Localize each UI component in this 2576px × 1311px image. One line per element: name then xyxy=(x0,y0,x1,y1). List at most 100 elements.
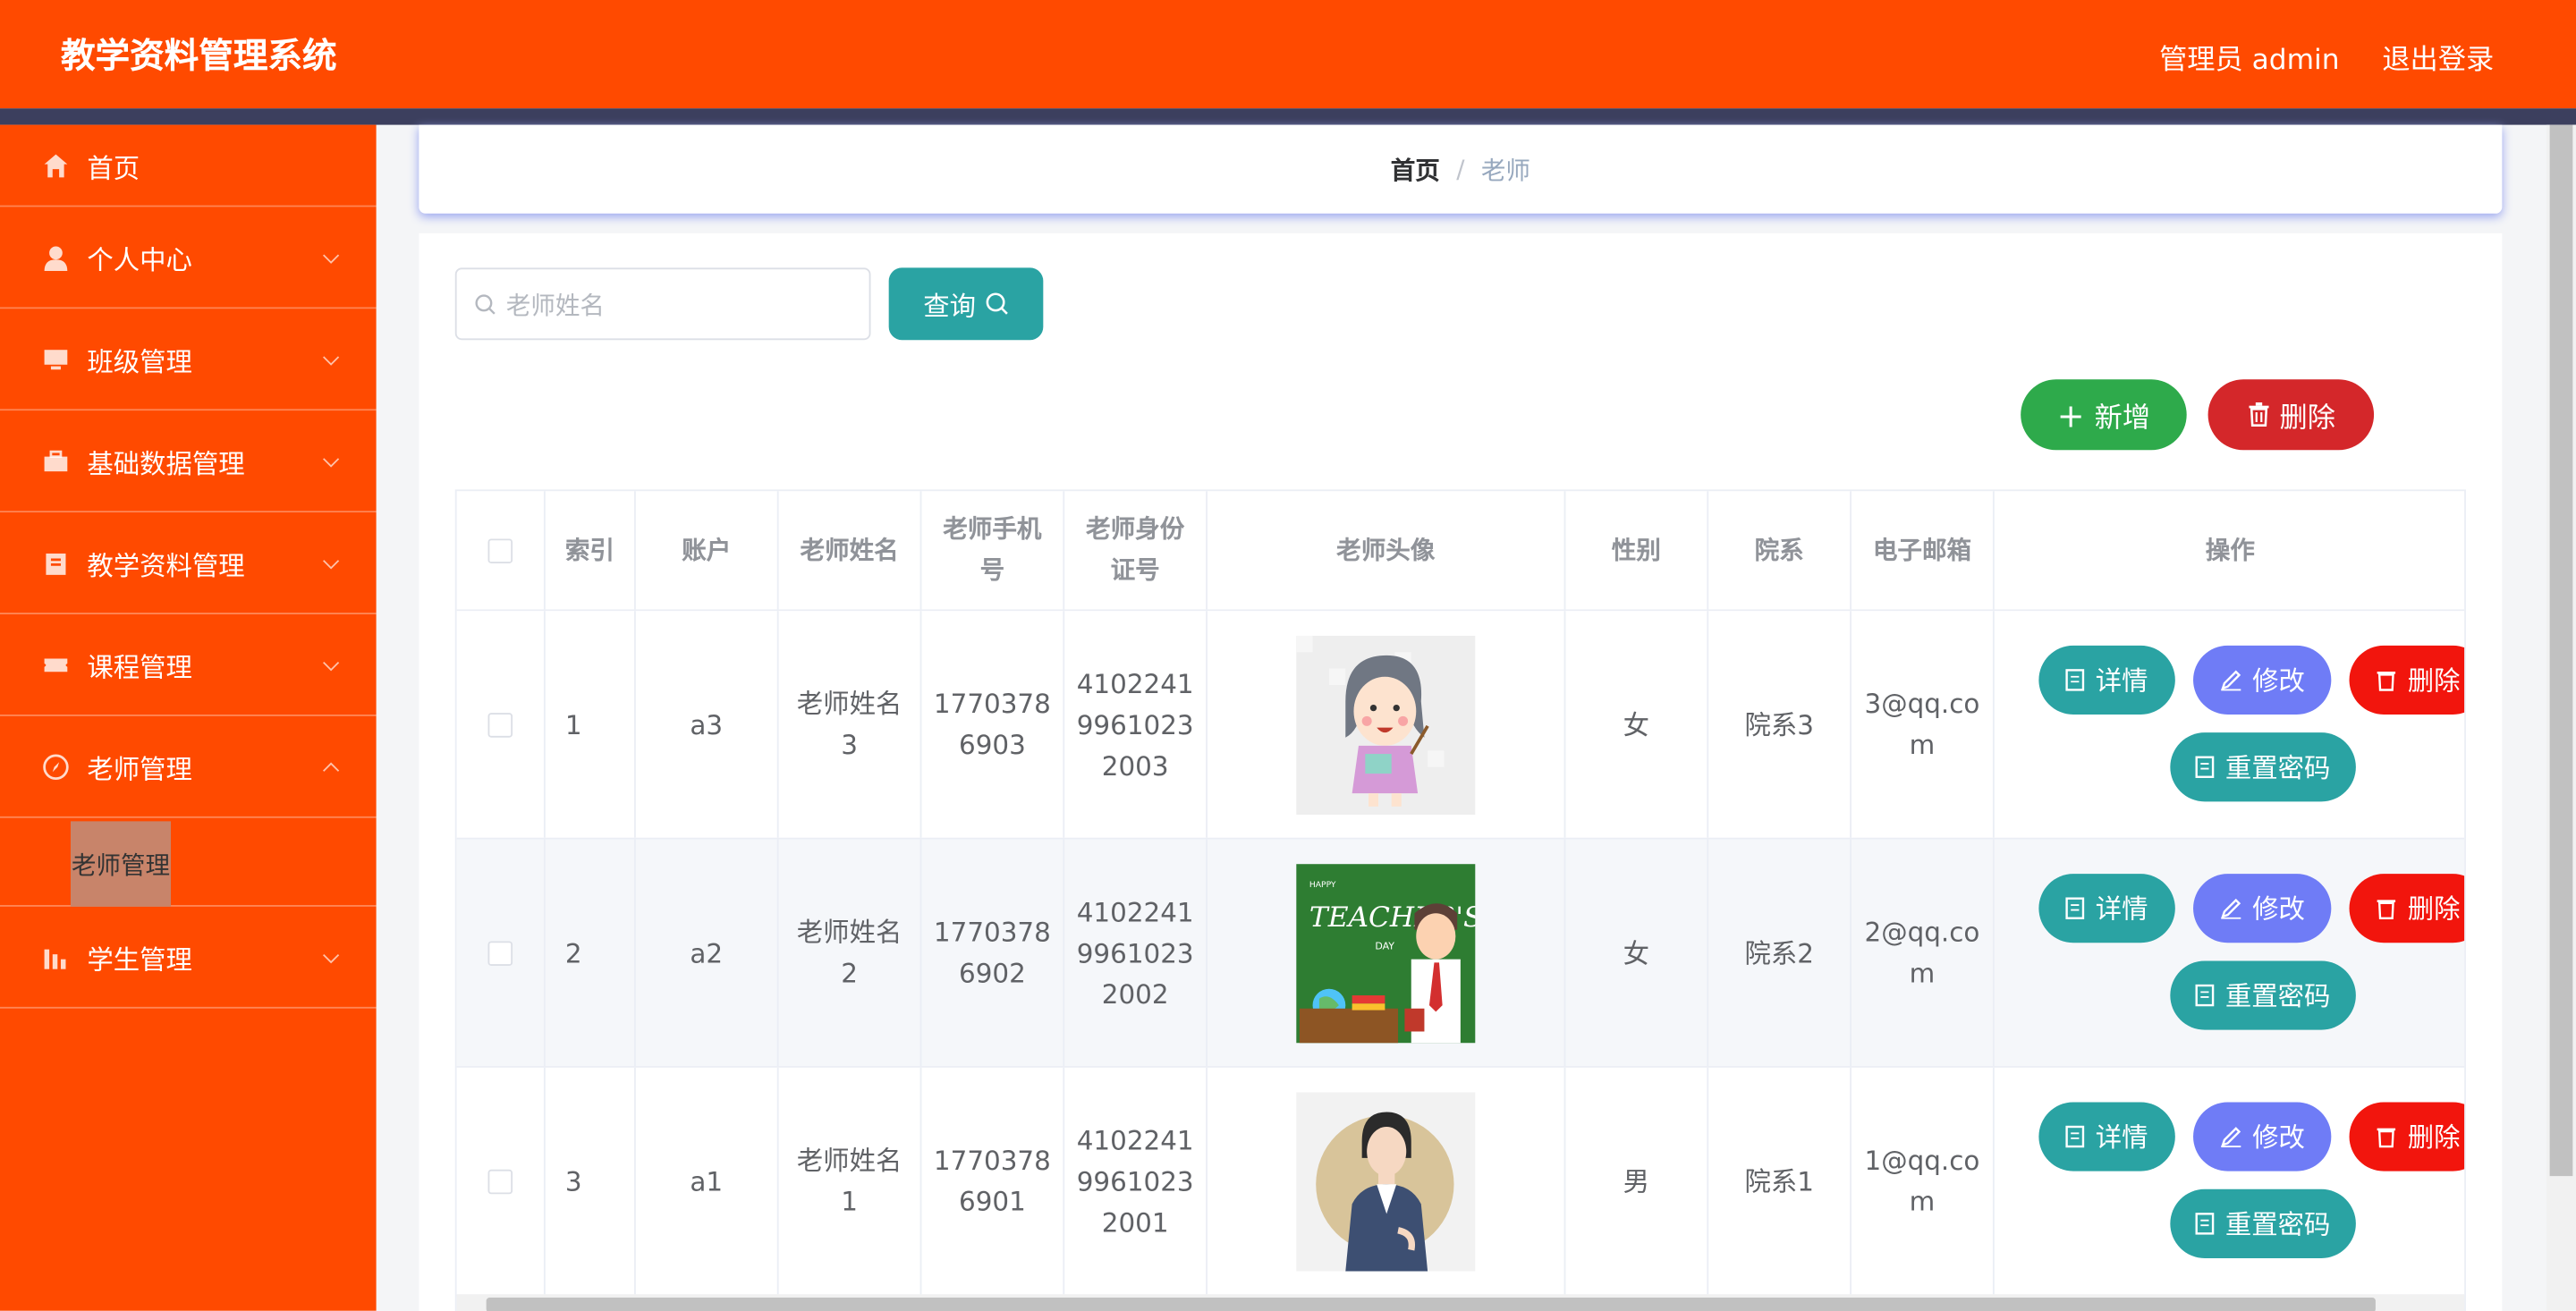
trash-icon xyxy=(2247,402,2270,427)
detail-button[interactable]: 详情 xyxy=(2038,874,2175,943)
sidebar-item-teacher[interactable]: 老师管理 xyxy=(0,716,377,818)
reset-password-label: 重置密码 xyxy=(2224,751,2331,783)
edit-button[interactable]: 修改 xyxy=(2193,645,2332,715)
search-input[interactable]: 老师姓名 xyxy=(454,267,871,341)
scrollbar-thumb[interactable] xyxy=(486,1298,2376,1311)
admin-user: 管理员 admin xyxy=(2159,44,2340,78)
row-delete-label: 删除 xyxy=(2407,664,2461,696)
detail-label: 详情 xyxy=(2095,664,2148,696)
table-row: 3 a1 老师姓名1 17703786901 41022419961023200… xyxy=(456,1067,2465,1297)
pencil-icon xyxy=(2219,1125,2242,1148)
cell-name: 老师姓名2 xyxy=(779,839,922,1067)
breadcrumb-home[interactable]: 首页 xyxy=(1391,152,1440,187)
sidebar-item-label: 个人中心 xyxy=(87,243,192,275)
sidebar-item-basic-data[interactable]: 基础数据管理 xyxy=(0,410,377,513)
teacher-avatar: HAPPY TEACHER'S DAY xyxy=(1296,863,1476,1043)
cell-dept: 院系2 xyxy=(1708,839,1852,1067)
cell-phone: 17703786902 xyxy=(921,839,1065,1067)
user-icon xyxy=(43,244,69,271)
row-delete-button[interactable]: 删除 xyxy=(2349,1102,2465,1171)
trash-icon xyxy=(2377,897,2398,920)
briefcase-icon xyxy=(43,448,69,474)
monitor-icon xyxy=(43,346,69,372)
cell-idcard: 410224199610232001 xyxy=(1064,1067,1208,1295)
reset-password-button[interactable]: 重置密码 xyxy=(2170,1188,2356,1258)
row-checkbox[interactable] xyxy=(487,940,513,966)
sidebar-item-student[interactable]: 学生管理 xyxy=(0,907,377,1009)
sidebar-subitem-teacher-manage[interactable]: 老师管理 xyxy=(70,821,172,907)
main-content: 首页 / 老师 老师姓名 查询 + 新增 删除 索引 账户 老师姓名 老师手机号… xyxy=(377,124,2576,1311)
cell-account: a2 xyxy=(636,839,779,1067)
sidebar-item-materials[interactable]: 教学资料管理 xyxy=(0,512,377,614)
cell-gender: 男 xyxy=(1565,1067,1709,1295)
vertical-scrollbar[interactable] xyxy=(2546,124,2576,1311)
sidebar-item-label: 教学资料管理 xyxy=(87,549,245,581)
cell-dept: 院系3 xyxy=(1708,611,1852,838)
cell-gender: 女 xyxy=(1565,839,1709,1067)
teacher-avatar xyxy=(1296,634,1476,815)
breadcrumb-separator: / xyxy=(1456,154,1465,184)
edit-button[interactable]: 修改 xyxy=(2193,1102,2332,1171)
sidebar-item-label: 老师管理 xyxy=(87,753,192,785)
row-delete-button[interactable]: 删除 xyxy=(2349,874,2465,943)
sidebar-item-home[interactable]: 首页 xyxy=(0,125,377,207)
document-icon xyxy=(2066,669,2086,692)
reset-password-button[interactable]: 重置密码 xyxy=(2170,960,2356,1030)
row-checkbox[interactable] xyxy=(487,712,513,737)
logout-link[interactable]: 退出登录 xyxy=(2382,36,2494,78)
cell-phone: 17703786903 xyxy=(921,611,1065,838)
chevron-down-icon xyxy=(323,946,340,963)
detail-label: 详情 xyxy=(2095,892,2148,925)
cell-gender: 女 xyxy=(1565,611,1709,838)
sidebar-item-label: 班级管理 xyxy=(87,345,192,377)
row-delete-button[interactable]: 删除 xyxy=(2349,645,2465,715)
edit-label: 修改 xyxy=(2252,892,2305,925)
reset-password-button[interactable]: 重置密码 xyxy=(2170,732,2356,802)
cell-idcard: 410224199610232002 xyxy=(1064,839,1208,1067)
sidebar-item-label: 基础数据管理 xyxy=(87,447,245,479)
bulk-delete-button[interactable]: 删除 xyxy=(2207,379,2375,451)
search-icon xyxy=(986,292,1009,316)
bulk-delete-label: 删除 xyxy=(2279,402,2335,436)
chevron-down-icon xyxy=(323,552,340,569)
add-button[interactable]: + 新增 xyxy=(2021,379,2187,451)
horizontal-scrollbar[interactable] xyxy=(456,1294,2465,1311)
col-header: 老师手机号 xyxy=(921,491,1065,610)
clipboard-icon xyxy=(43,549,69,575)
teacher-avatar xyxy=(1296,1091,1476,1271)
cell-index: 1 xyxy=(546,611,636,838)
trash-icon xyxy=(2377,1125,2398,1148)
cell-phone: 17703786901 xyxy=(921,1067,1065,1295)
detail-button[interactable]: 详情 xyxy=(2038,1102,2175,1171)
search-button-label: 查询 xyxy=(923,291,977,322)
chevron-up-icon xyxy=(323,761,340,778)
row-delete-label: 删除 xyxy=(2407,1121,2461,1153)
select-all-checkbox[interactable] xyxy=(487,537,513,563)
sidebar-item-personal[interactable]: 个人中心 xyxy=(0,207,377,309)
top-divider xyxy=(0,108,2576,125)
detail-button[interactable]: 详情 xyxy=(2038,645,2175,715)
search-button[interactable]: 查询 xyxy=(888,267,1044,341)
edit-button[interactable]: 修改 xyxy=(2193,874,2332,943)
scrollbar-thumb[interactable] xyxy=(2549,124,2573,1177)
sidebar-item-course[interactable]: 课程管理 xyxy=(0,614,377,716)
edit-label: 修改 xyxy=(2252,1121,2305,1153)
row-checkbox[interactable] xyxy=(487,1168,513,1194)
detail-label: 详情 xyxy=(2095,1121,2148,1153)
cell-name: 老师姓名3 xyxy=(779,611,922,838)
top-bar: 教学资料管理系统 管理员 admin 退出登录 xyxy=(0,0,2576,109)
table-row: 2 a2 老师姓名2 17703786902 41022419961023200… xyxy=(456,839,2465,1068)
cell-idcard: 410224199610232003 xyxy=(1064,611,1208,838)
pencil-icon xyxy=(2219,669,2242,692)
cell-email: 1@qq.com xyxy=(1852,1067,1995,1295)
search-icon xyxy=(475,293,496,315)
col-header: 老师头像 xyxy=(1208,491,1566,610)
cell-name: 老师姓名1 xyxy=(779,1067,922,1295)
table-header: 索引 账户 老师姓名 老师手机号 老师身份证号 老师头像 性别 院系 电子邮箱 … xyxy=(456,491,2465,612)
cell-email: 3@qq.com xyxy=(1852,611,1995,838)
cell-email: 2@qq.com xyxy=(1852,839,1995,1067)
document-icon xyxy=(2066,1125,2086,1148)
document-icon xyxy=(2066,897,2086,920)
sidebar-item-class[interactable]: 班级管理 xyxy=(0,309,377,411)
sidebar: 首页 个人中心 班级管理 基础数据管理 教学资料管理 课程管理 老师管理 老师管… xyxy=(0,124,377,1311)
